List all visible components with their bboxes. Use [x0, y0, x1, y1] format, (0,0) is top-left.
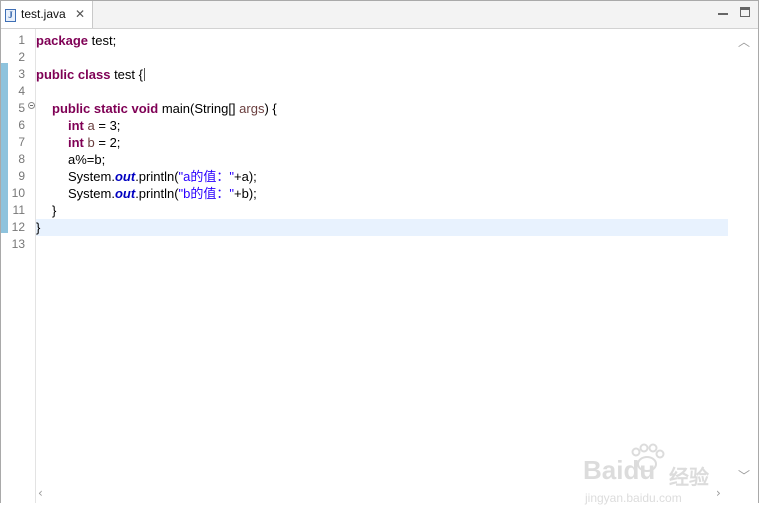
code-line-12-current: } [36, 219, 728, 236]
close-icon[interactable]: ✕ [75, 7, 85, 21]
code-text: .println( [135, 169, 179, 184]
variable: b [87, 135, 95, 150]
line-number: 7 [18, 135, 25, 149]
code-text: = 2; [94, 135, 121, 150]
code-line-11: } [36, 202, 744, 219]
string-literal: "b的值：" [178, 186, 235, 201]
change-ruler [1, 29, 8, 503]
keyword: void [131, 101, 159, 116]
keyword: int [68, 135, 84, 150]
code-text: main(String[] [158, 101, 240, 116]
minimize-icon[interactable] [718, 7, 728, 15]
tab-test-java[interactable]: J test.java ✕ [1, 1, 93, 28]
code-text: test { [110, 67, 143, 82]
code-line-10: System.out.println("b的值："+b); [36, 185, 760, 202]
code-line-8: a%=b; [36, 151, 760, 168]
line-number: 5 [18, 101, 25, 115]
code-text: } [36, 220, 41, 235]
fold-collapse-icon[interactable] [28, 102, 35, 109]
code-text: .println( [135, 186, 179, 201]
line-number: 1 [18, 33, 25, 47]
code-line-5: public static void main(String[] args) { [36, 100, 744, 117]
line-number: 9 [18, 169, 25, 183]
keyword: package [36, 33, 89, 48]
java-file-icon: J [5, 9, 16, 22]
static-field: out [114, 186, 136, 201]
line-number: 6 [18, 118, 25, 132]
keyword: class [77, 67, 111, 82]
code-text: test; [88, 33, 117, 48]
code-editor[interactable]: 1 2 3 4 5 6 7 8 9 10 11 12 13 package te… [1, 29, 758, 505]
code-line-6: int a = 3; [36, 117, 760, 134]
line-number: 11 [12, 203, 25, 217]
keyword: int [68, 118, 84, 133]
line-number-gutter: 1 2 3 4 5 6 7 8 9 10 11 12 13 [8, 29, 36, 503]
code-text: a%=b; [68, 152, 106, 167]
string-literal: "a的值：" [178, 169, 235, 184]
code-text: } [52, 203, 57, 218]
editor-window: J test.java ✕ 1 2 3 4 5 6 7 8 9 10 11 12… [0, 0, 759, 505]
chevron-up-icon[interactable]: ︿ [738, 33, 750, 50]
code-text: +b); [234, 186, 257, 201]
code-line-9: System.out.println("a的值："+a); [36, 168, 760, 185]
keyword: public [36, 67, 75, 82]
line-number: 13 [11, 237, 25, 251]
text-caret [143, 68, 145, 81]
parameter: args [239, 101, 265, 116]
line-number: 3 [18, 67, 25, 81]
watermark-brand-cn: 经验 [669, 467, 709, 489]
baidu-watermark: Baidu 经验 jingyan.baidu.com [583, 443, 723, 513]
vertical-scrollbar[interactable]: ︿ ﹀ [730, 29, 758, 485]
view-controls [718, 7, 750, 17]
variable: a [87, 118, 95, 133]
code-line-1: package test; [36, 32, 728, 49]
code-text: +a); [234, 169, 257, 184]
chevron-down-icon[interactable]: ﹀ [738, 467, 750, 484]
chevron-left-icon[interactable]: ‹ [38, 486, 43, 500]
watermark-brand: Baidu [583, 455, 656, 485]
line-number: 12 [11, 220, 25, 234]
code-area[interactable]: package test; public class test { public… [36, 29, 728, 503]
code-text: System. [68, 186, 115, 201]
maximize-icon[interactable] [740, 7, 750, 17]
watermark-url: jingyan.baidu.com [585, 491, 682, 505]
change-marker [1, 63, 8, 233]
keyword: static [93, 101, 128, 116]
line-number: 2 [18, 50, 25, 64]
code-text: = 3; [94, 118, 121, 133]
line-number: 10 [11, 186, 25, 200]
editor-tab-bar: J test.java ✕ [1, 1, 758, 29]
line-number: 4 [18, 84, 25, 98]
tab-label: test.java [21, 7, 66, 21]
line-number: 8 [18, 152, 25, 166]
keyword: public [52, 101, 91, 116]
code-line-3: public class test { [36, 66, 728, 83]
code-line-7: int b = 2; [36, 134, 760, 151]
static-field: out [114, 169, 136, 184]
code-text: ) { [264, 101, 277, 116]
code-text: System. [68, 169, 115, 184]
